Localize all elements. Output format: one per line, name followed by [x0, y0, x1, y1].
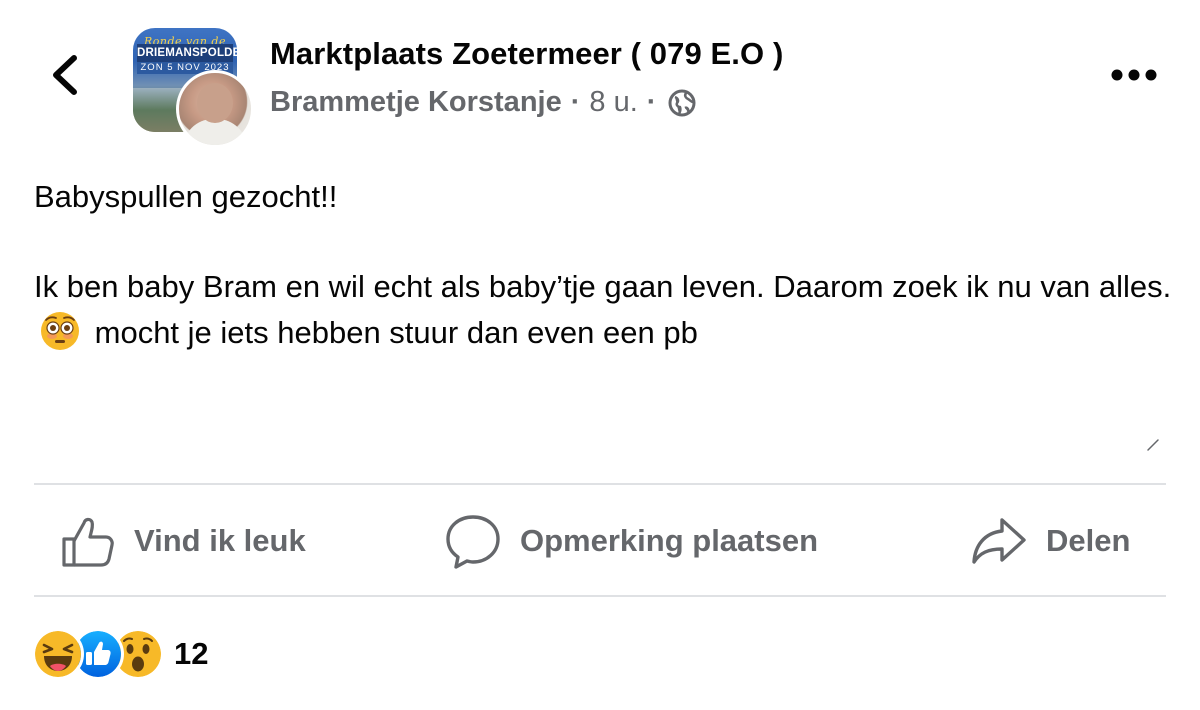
like-button[interactable]: Vind ik leuk [60, 510, 306, 572]
post-text-part: Ik ben baby Bram en wil echt als baby’tj… [34, 269, 1172, 304]
author-avatar-face [197, 83, 233, 123]
comment-button[interactable]: Opmerking plaatsen [444, 510, 818, 572]
author-avatar-shirt [183, 119, 247, 145]
reaction-count: 12 [174, 636, 209, 671]
post-meta: Brammetje Korstanje · 8 u. · [270, 86, 697, 119]
like-label: Vind ik leuk [134, 523, 306, 558]
comment-label: Opmerking plaatsen [520, 523, 819, 558]
resize-handle-icon [1146, 438, 1160, 452]
post-paragraph: Ik ben baby Bram en wil echt als baby’tj… [34, 264, 1174, 356]
more-options-button[interactable] [1108, 60, 1160, 90]
group-avatar-title: DRIEMANSPOLDER [137, 44, 237, 62]
share-arrow-icon [972, 518, 1026, 564]
facebook-post: Ronde van de DRIEMANSPOLDER ZON 5 NOV 20… [0, 0, 1200, 710]
meta-separator: · [570, 86, 581, 118]
globe-icon [667, 88, 697, 118]
reactions-summary[interactable]: 12 [32, 628, 209, 680]
post-text-part: mocht je iets hebben stuur dan even een … [94, 315, 698, 350]
author-name[interactable]: Brammetje Korstanje [270, 86, 562, 119]
haha-reaction-icon [32, 628, 84, 680]
chevron-left-icon [53, 55, 77, 95]
post-avatars[interactable]: Ronde van de DRIEMANSPOLDER ZON 5 NOV 20… [130, 28, 254, 148]
more-horizontal-icon [1111, 69, 1157, 81]
share-button[interactable]: Delen [970, 510, 1130, 572]
group-name[interactable]: Marktplaats Zoetermeer ( 079 E.O ) [270, 36, 783, 72]
post-body: Babyspullen gezocht!! Ik ben baby Bram e… [34, 174, 1174, 356]
post-time[interactable]: 8 u. [589, 86, 637, 119]
meta-separator: · [646, 86, 657, 118]
divider [34, 483, 1166, 485]
author-avatar[interactable] [176, 70, 254, 148]
thumbs-up-icon [62, 517, 114, 567]
divider [34, 595, 1166, 597]
comment-bubble-icon [446, 515, 500, 569]
post-paragraph: Babyspullen gezocht!! [34, 179, 338, 214]
back-button[interactable] [42, 50, 92, 100]
share-label: Delen [1046, 523, 1131, 558]
flushed-face-emoji-icon [40, 311, 80, 351]
